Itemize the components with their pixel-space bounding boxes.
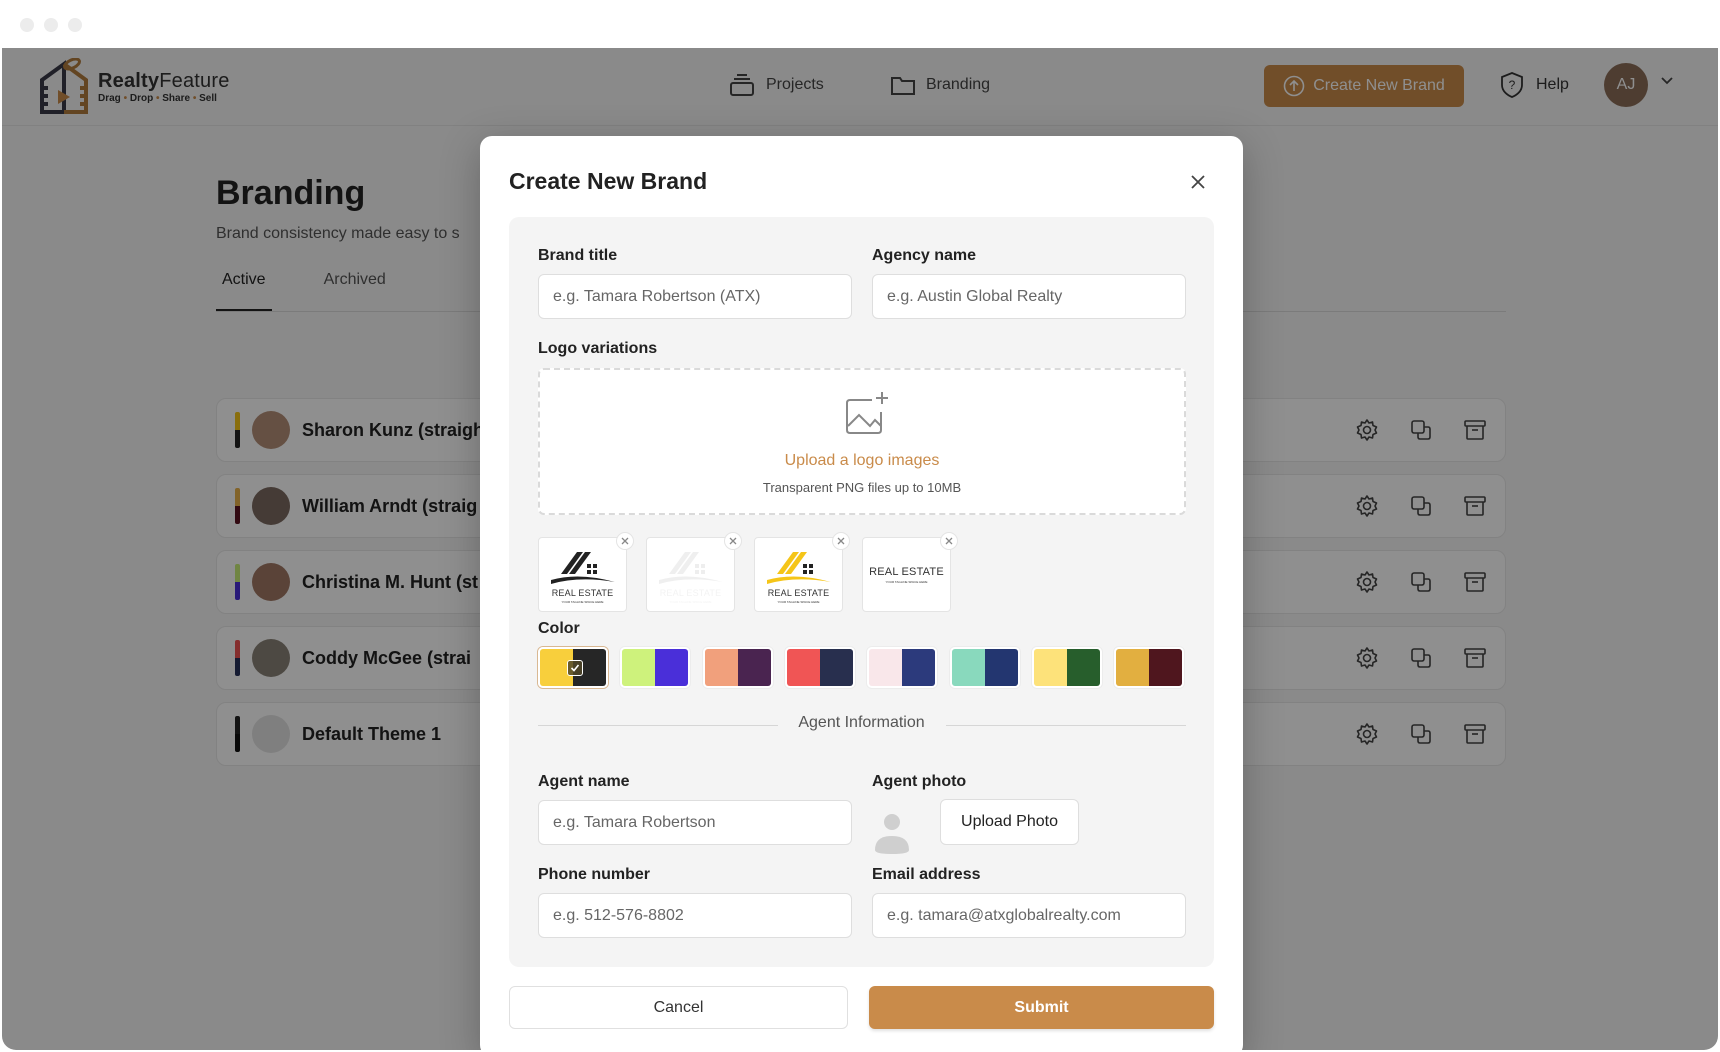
color-palette-option[interactable] — [620, 647, 691, 688]
color-label: Color — [538, 620, 580, 637]
color-palette-option[interactable] — [949, 647, 1020, 688]
logo-upload-dropzone[interactable]: Upload a logo images Transparent PNG fil… — [538, 368, 1186, 515]
brand-form: Brand title Agency name Logo variations … — [509, 217, 1214, 967]
close-icon — [621, 537, 629, 545]
submit-button[interactable]: Submit — [869, 986, 1214, 1029]
modal-title: Create New Brand — [509, 168, 708, 194]
user-placeholder-icon — [875, 814, 909, 854]
color-palette-option[interactable] — [1114, 647, 1185, 688]
color-palette-option[interactable] — [702, 647, 773, 688]
palette-color — [1066, 649, 1100, 686]
agent-information-heading: Agent Information — [798, 714, 925, 731]
divider-right — [946, 725, 1186, 726]
brand-title-label: Brand title — [538, 247, 618, 264]
upload-photo-button[interactable]: Upload Photo — [940, 799, 1079, 845]
agent-name-label: Agent name — [538, 773, 630, 790]
palette-color — [622, 649, 656, 686]
palette-color — [737, 649, 771, 686]
close-icon — [945, 537, 953, 545]
remove-logo-button[interactable] — [616, 532, 634, 550]
agent-name-input[interactable] — [538, 800, 852, 845]
app-window: RealtyFeature Drag • Drop • Share • Sell… — [2, 48, 1718, 1050]
house-logo-mark — [551, 552, 615, 584]
logo-thumbnail-white[interactable]: REAL ESTATE YOUR TAGLINE SPACE HERE — [646, 532, 742, 612]
upload-logo-link[interactable]: Upload a logo images — [540, 452, 1184, 470]
agency-name-input[interactable] — [872, 274, 1186, 319]
phone-label: Phone number — [538, 866, 651, 883]
close-icon[interactable] — [1186, 170, 1210, 194]
logo-variations-label: Logo variations — [538, 340, 658, 357]
email-label: Email address — [872, 866, 981, 883]
palette-color — [819, 649, 853, 686]
window-titlebar — [0, 0, 1720, 48]
logo-thumbnail-dark[interactable]: REAL ESTATE YOUR TAGLINE SPACE HERE — [538, 532, 634, 612]
palette-color — [655, 649, 689, 686]
palette-color — [704, 649, 738, 686]
email-input[interactable] — [872, 893, 1186, 938]
logo-tagline: YOUR TAGLINE SPACE HERE — [885, 580, 928, 584]
logo-text: REAL ESTATE — [767, 588, 830, 598]
logo-thumbnail-yellow[interactable]: REAL ESTATE YOUR TAGLINE SPACE HERE — [754, 532, 850, 612]
create-brand-modal: Create New Brand Brand title Agency name… — [480, 136, 1243, 1050]
window-minimize-button[interactable] — [44, 18, 58, 32]
logo-text: REAL ESTATE — [551, 588, 614, 598]
palette-color — [869, 649, 903, 686]
house-logo-mark — [767, 552, 831, 584]
brand-title-input[interactable] — [538, 274, 852, 319]
palette-color — [902, 649, 936, 686]
color-palette-option[interactable] — [784, 647, 855, 688]
window-zoom-button[interactable] — [68, 18, 82, 32]
cancel-button[interactable]: Cancel — [509, 986, 848, 1029]
palette-color — [1116, 649, 1150, 686]
agent-photo-label: Agent photo — [872, 773, 967, 790]
image-add-icon — [846, 392, 888, 434]
logo-tagline: YOUR TAGLINE SPACE HERE — [561, 600, 604, 604]
color-palette-option[interactable] — [867, 647, 938, 688]
remove-logo-button[interactable] — [832, 532, 850, 550]
remove-logo-button[interactable] — [724, 532, 742, 550]
checkmark-icon — [567, 660, 583, 676]
palette-color — [786, 649, 820, 686]
upload-logo-hint: Transparent PNG files up to 10MB — [762, 480, 962, 495]
logo-thumbnail-text-only[interactable]: REAL ESTATE YOUR TAGLINE SPACE HERE — [862, 532, 958, 612]
logo-text: REAL ESTATE — [869, 566, 944, 578]
house-logo-mark — [659, 552, 723, 584]
palette-color — [1033, 649, 1067, 686]
remove-logo-button[interactable] — [940, 532, 958, 550]
logo-tagline: YOUR TAGLINE SPACE HERE — [777, 600, 820, 604]
close-icon — [837, 537, 845, 545]
logo-tagline: YOUR TAGLINE SPACE HERE — [669, 600, 712, 604]
palette-color — [1149, 649, 1183, 686]
agency-name-label: Agency name — [872, 247, 977, 264]
close-icon — [729, 537, 737, 545]
palette-color — [984, 649, 1018, 686]
cancel-label: Cancel — [653, 998, 704, 1016]
palette-color — [951, 649, 985, 686]
logo-text: REAL ESTATE — [659, 588, 722, 598]
color-palette-option[interactable] — [538, 647, 608, 688]
window-close-button[interactable] — [20, 18, 34, 32]
upload-photo-label: Upload Photo — [961, 813, 1058, 830]
submit-label: Submit — [1014, 998, 1069, 1016]
phone-input[interactable] — [538, 893, 852, 938]
color-palette-option[interactable] — [1031, 647, 1102, 688]
